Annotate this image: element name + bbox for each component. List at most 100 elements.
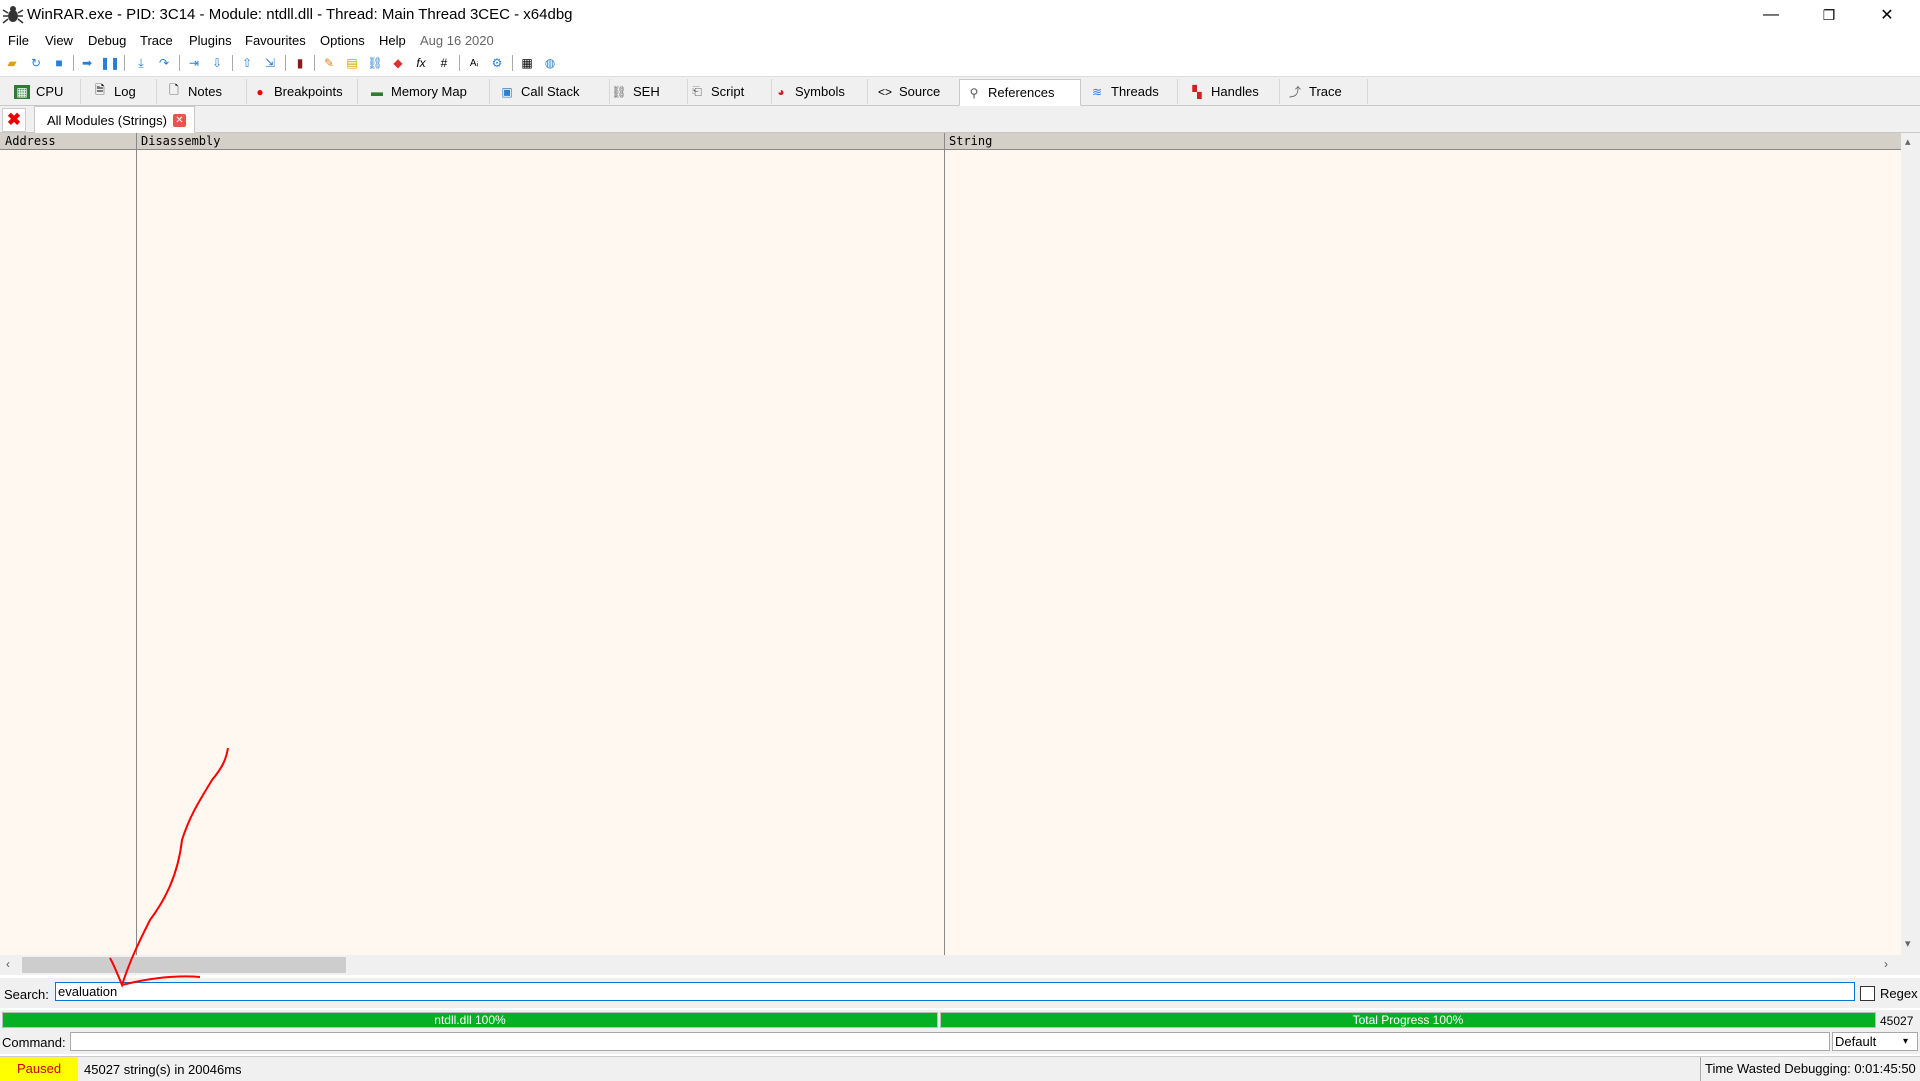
restart-icon[interactable]: ↻ — [27, 54, 45, 72]
title-bar: WinRAR.exe - PID: 3C14 - Module: ntdll.d… — [0, 0, 1920, 30]
tab-log[interactable]: 🗎 Log — [86, 79, 157, 104]
subtab-label: All Modules (Strings) — [47, 112, 167, 128]
time-wasted-debugging: Time Wasted Debugging: 0:01:45:50 — [1700, 1057, 1918, 1081]
total-progress-label: Total Progress 100% — [1352, 1013, 1464, 1027]
minimize-button[interactable]: — — [1742, 0, 1800, 30]
horizontal-scrollbar[interactable]: ‹ › — [0, 955, 1920, 975]
table-header: Address Disassembly String — [0, 133, 1901, 150]
vertical-scrollbar[interactable]: ▴ ▾ — [1901, 133, 1920, 955]
tab-handles[interactable]: ▚ Handles — [1183, 79, 1280, 104]
command-input[interactable] — [70, 1032, 1830, 1051]
regex-checkbox[interactable] — [1860, 986, 1875, 1001]
settings-icon[interactable]: ⚙ — [488, 54, 506, 72]
functions-icon[interactable]: fx — [412, 54, 430, 72]
command-bar: Command: Default ▾ — [0, 1030, 1920, 1054]
pause-icon[interactable]: ❚❚ — [100, 54, 120, 72]
tab-breakpoints[interactable]: ● Breakpoints — [246, 79, 358, 104]
breakpoint-icon: ● — [256, 84, 264, 99]
column-header-disassembly[interactable]: Disassembly — [141, 134, 220, 148]
command-mode-value: Default — [1835, 1034, 1877, 1049]
column-header-string[interactable]: String — [949, 134, 992, 148]
tab-cpu[interactable]: ▦ CPU — [8, 79, 81, 104]
column-divider[interactable] — [136, 133, 137, 955]
close-button[interactable]: ✕ — [1858, 0, 1916, 30]
close-all-tabs-button[interactable]: ✖ — [2, 108, 26, 132]
calculator-icon[interactable]: ▦ — [518, 54, 536, 72]
chevron-down-icon: ▾ — [1903, 1036, 1909, 1047]
tab-seh[interactable]: ⛓ SEH — [605, 79, 688, 104]
tab-notes[interactable]: 🗋 Notes — [160, 79, 247, 104]
scylla-icon[interactable]: ▮ — [291, 54, 309, 72]
references-subtab-bar: ✖ All Modules (Strings) ✕ — [0, 106, 1920, 133]
string-count: 45027 — [1880, 1014, 1914, 1028]
run-icon[interactable]: ➡ — [78, 54, 96, 72]
menu-file[interactable]: File — [8, 33, 29, 48]
references-table[interactable]: Address Disassembly String ▴ ▾ ‹ › — [0, 133, 1920, 975]
handles-icon: ▚ — [1192, 84, 1202, 99]
menu-debug[interactable]: Debug — [88, 33, 126, 48]
comments-icon[interactable]: ▤ — [343, 54, 361, 72]
tab-bar: ▦ CPU 🗎 Log 🗋 Notes ● Breakpoints ▬ Memory Ma… — [0, 77, 1920, 106]
tab-script[interactable]: ⎗ Script — [683, 79, 772, 104]
restore-button[interactable]: ❐ — [1800, 0, 1858, 30]
scroll-up-icon[interactable]: ▴ — [1905, 135, 1911, 148]
execute-till-return-icon[interactable]: ⇧ — [238, 54, 256, 72]
labels-icon[interactable]: ⛓ — [366, 54, 384, 72]
tab-symbols[interactable]: ◕ Symbols — [767, 79, 868, 104]
tab-trace[interactable]: ⤴ Trace — [1281, 79, 1368, 104]
scroll-down-icon[interactable]: ▾ — [1905, 937, 1911, 950]
trace-over-icon[interactable]: ⇩ — [208, 54, 226, 72]
search-bar: Search: Regex — [0, 978, 1920, 1008]
status-message: 45027 string(s) in 20046ms — [84, 1062, 242, 1077]
menu-trace[interactable]: Trace — [140, 33, 173, 48]
toolbar: ▰ ↻ ■ ➡ ❚❚ ⤓ ↷ ⇥ ⇩ ⇧ ⇲ ▮ ✎ ▤ ⛓ ◆ fx # Aᵢ… — [0, 52, 1920, 77]
search-input[interactable] — [55, 982, 1855, 1001]
close-icon: ✖ — [6, 110, 22, 129]
strings-icon[interactable]: Aᵢ — [465, 54, 483, 72]
trace-icon: ⤴ — [1288, 85, 1301, 99]
scroll-left-icon[interactable]: ‹ — [6, 957, 10, 971]
source-icon: <> — [877, 84, 892, 99]
references-icon: ⚲ — [969, 85, 979, 100]
build-date: Aug 16 2020 — [420, 33, 494, 48]
menu-help[interactable]: Help — [379, 33, 406, 48]
threads-icon: ≋ — [1091, 84, 1103, 99]
search-label: Search: — [4, 987, 49, 1002]
stop-icon[interactable]: ■ — [50, 54, 68, 72]
subtab-all-modules-strings[interactable]: All Modules (Strings) ✕ — [34, 106, 195, 133]
step-over-icon[interactable]: ↷ — [155, 54, 173, 72]
tab-memory-map[interactable]: ▬ Memory Map — [363, 79, 490, 104]
command-mode-select[interactable]: Default ▾ — [1832, 1032, 1918, 1051]
scroll-right-icon[interactable]: › — [1884, 957, 1888, 971]
globe-icon[interactable]: ◍ — [541, 54, 559, 72]
regex-label: Regex — [1880, 986, 1918, 1001]
tab-references[interactable]: ⚲ References — [959, 79, 1081, 106]
close-tab-icon[interactable]: ✕ — [172, 113, 186, 127]
column-header-address[interactable]: Address — [5, 134, 56, 148]
tab-threads[interactable]: ≋ Threads — [1083, 79, 1178, 104]
menu-bar: File View Debug Trace Plugins Favourites… — [0, 30, 1920, 52]
trace-into-icon[interactable]: ⇥ — [185, 54, 203, 72]
command-label: Command: — [2, 1035, 66, 1050]
horizontal-scroll-thumb[interactable] — [22, 957, 346, 973]
tab-call-stack[interactable]: ▣ Call Stack — [493, 79, 610, 104]
menu-view[interactable]: View — [45, 33, 73, 48]
menu-favourites[interactable]: Favourites — [245, 33, 306, 48]
column-divider[interactable] — [944, 133, 945, 955]
total-progress-bar: Total Progress 100% — [940, 1012, 1876, 1028]
progress-bar-row: ntdll.dll 100% Total Progress 100% 45027 — [0, 1010, 1920, 1030]
status-badge: Paused — [0, 1057, 78, 1081]
run-to-user-code-icon[interactable]: ⇲ — [261, 54, 279, 72]
script-icon: ⎗ — [692, 84, 702, 98]
step-into-icon[interactable]: ⤓ — [132, 54, 150, 72]
status-bar: Paused 45027 string(s) in 20046ms Time W… — [0, 1056, 1920, 1081]
variables-icon[interactable]: # — [435, 54, 453, 72]
patch-icon[interactable]: ✎ — [320, 54, 338, 72]
memory-map-icon: ▬ — [371, 84, 383, 99]
menu-options[interactable]: Options — [320, 33, 365, 48]
open-icon[interactable]: ▰ — [3, 54, 21, 72]
menu-plugins[interactable]: Plugins — [189, 33, 232, 48]
bookmarks-icon[interactable]: ◆ — [389, 54, 407, 72]
seh-icon: ⛓ — [611, 84, 627, 99]
tab-source[interactable]: <> Source — [871, 79, 964, 104]
